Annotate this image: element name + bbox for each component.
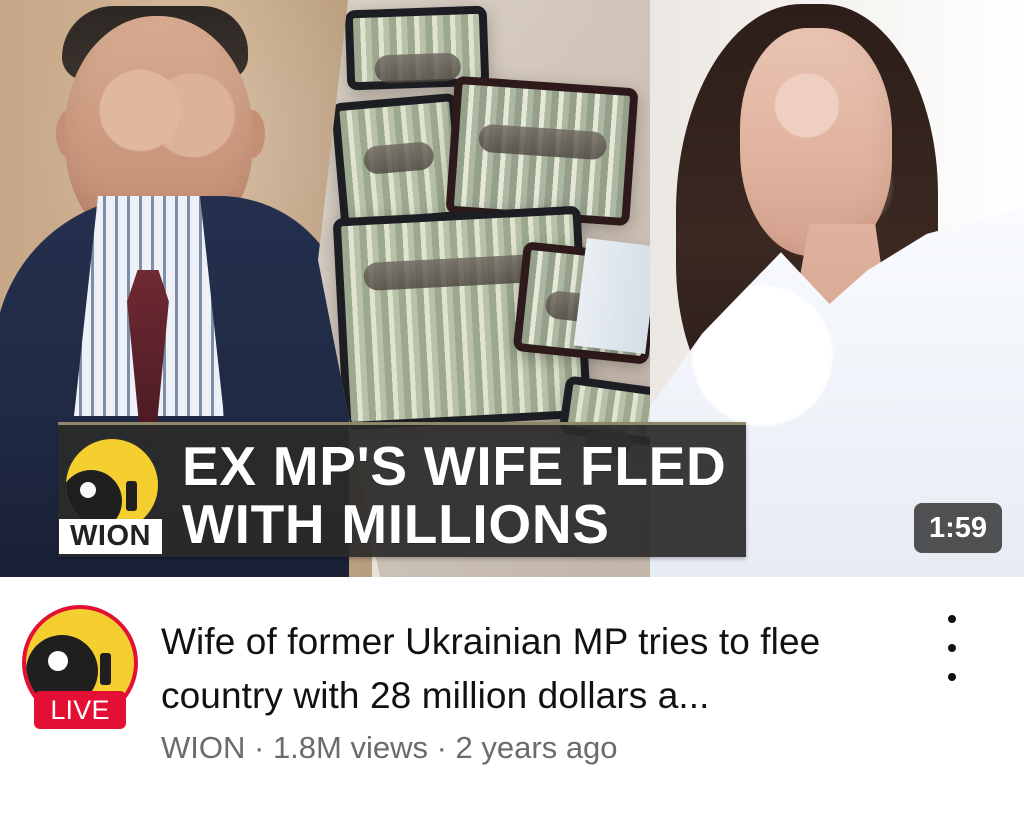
- video-metadata-row[interactable]: LIVE Wife of former Ukrainian MP tries t…: [0, 577, 1024, 814]
- cardboard-box: [573, 238, 659, 354]
- more-dot: [948, 644, 956, 652]
- youtube-video-card[interactable]: WION EX MP'S WIFE FLED WITH MILLIONS 1:5…: [0, 0, 1024, 814]
- video-thumbnail[interactable]: WION EX MP'S WIFE FLED WITH MILLIONS 1:5…: [0, 0, 1024, 577]
- video-meta: WION · 1.8M views · 2 years ago: [161, 728, 618, 768]
- live-badge: LIVE: [34, 691, 126, 729]
- more-vertical-icon[interactable]: [930, 615, 974, 681]
- upload-age: 2 years ago: [455, 730, 618, 765]
- wion-logo-label: WION: [59, 519, 162, 554]
- channel-name[interactable]: WION: [161, 730, 245, 765]
- wion-logo-icon: [66, 439, 158, 531]
- more-dot: [948, 673, 956, 681]
- meta-separator: ·: [245, 730, 273, 765]
- video-title[interactable]: Wife of former Ukrainian MP tries to fle…: [161, 615, 896, 723]
- money-suitcase: [445, 75, 639, 227]
- thumbnail-headline-overlay: WION EX MP'S WIFE FLED WITH MILLIONS: [58, 422, 746, 557]
- thumbnail-headline: EX MP'S WIFE FLED WITH MILLIONS: [182, 435, 727, 555]
- video-duration-badge: 1:59: [914, 503, 1002, 553]
- woman-face: [740, 28, 892, 256]
- view-count: 1.8M views: [272, 730, 428, 765]
- meta-separator: ·: [427, 730, 456, 765]
- more-dot: [948, 615, 956, 623]
